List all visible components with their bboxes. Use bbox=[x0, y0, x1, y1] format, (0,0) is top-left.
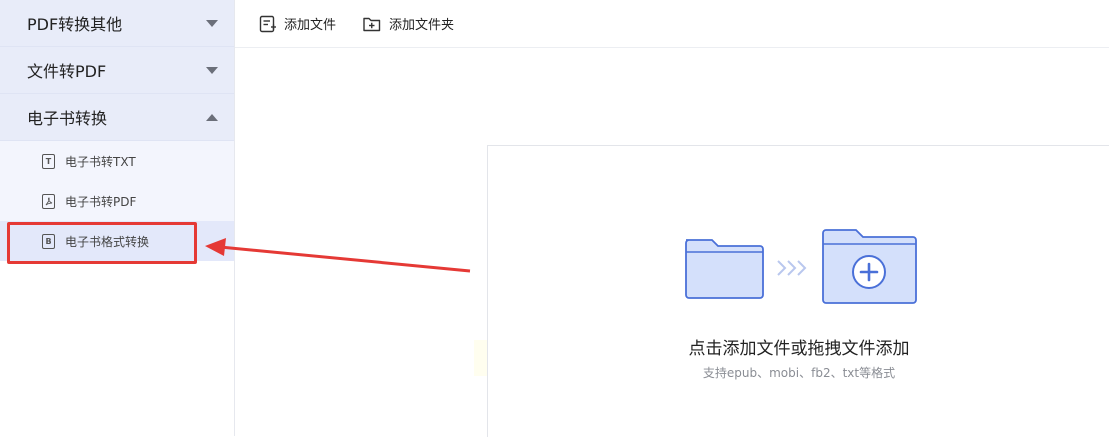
file-drop-zone[interactable]: 点击添加文件或拖拽文件添加 支持epub、mobi、fb2、txt等格式 bbox=[487, 145, 1109, 437]
add-folder-button[interactable]: 添加文件夹 bbox=[362, 14, 454, 33]
category-pdf-to-other[interactable]: PDF转换其他 bbox=[0, 0, 234, 47]
sidebar-item-ebook-to-txt[interactable]: T 电子书转TXT bbox=[0, 141, 234, 181]
category-file-to-pdf[interactable]: 文件转PDF bbox=[0, 47, 234, 94]
add-folder-label: 添加文件夹 bbox=[389, 18, 455, 33]
drop-zone-title[interactable]: 点击添加文件或拖拽文件添加 bbox=[488, 334, 1109, 359]
sidebar: PDF转换其他 文件转PDF 电子书转换 T 电子书转TXT 电子书转PDF B… bbox=[0, 0, 235, 436]
folder-icon bbox=[685, 239, 764, 299]
add-folder-icon bbox=[363, 17, 381, 31]
chevron-down-icon bbox=[206, 19, 218, 27]
add-file-label: 添加文件 bbox=[284, 18, 337, 33]
pdf-file-icon bbox=[42, 193, 55, 209]
add-folder-large-icon bbox=[822, 229, 917, 304]
sidebar-item-ebook-to-pdf[interactable]: 电子书转PDF bbox=[0, 181, 234, 221]
sidebar-item-label: 电子书转TXT bbox=[65, 154, 136, 169]
txt-file-icon: T bbox=[42, 153, 55, 169]
toolbar: 添加文件 添加文件夹 bbox=[235, 0, 1109, 48]
add-file-icon bbox=[259, 15, 276, 32]
add-file-button[interactable]: 添加文件 bbox=[259, 14, 336, 33]
category-ebook-convert[interactable]: 电子书转换 bbox=[0, 94, 234, 141]
sidebar-item-label: 电子书转PDF bbox=[65, 194, 137, 209]
chevron-down-icon bbox=[206, 66, 218, 74]
category-label: 文件转PDF bbox=[27, 62, 107, 81]
category-label: PDF转换其他 bbox=[27, 15, 123, 34]
drop-zone-supported-formats: 支持epub、mobi、fb2、txt等格式 bbox=[702, 366, 896, 380]
chevrons-right-icon bbox=[777, 260, 807, 276]
drop-illustration bbox=[685, 229, 917, 304]
annotation-highlight-box bbox=[7, 222, 197, 264]
chevron-up-icon bbox=[206, 113, 218, 121]
category-label: 电子书转换 bbox=[27, 109, 108, 128]
